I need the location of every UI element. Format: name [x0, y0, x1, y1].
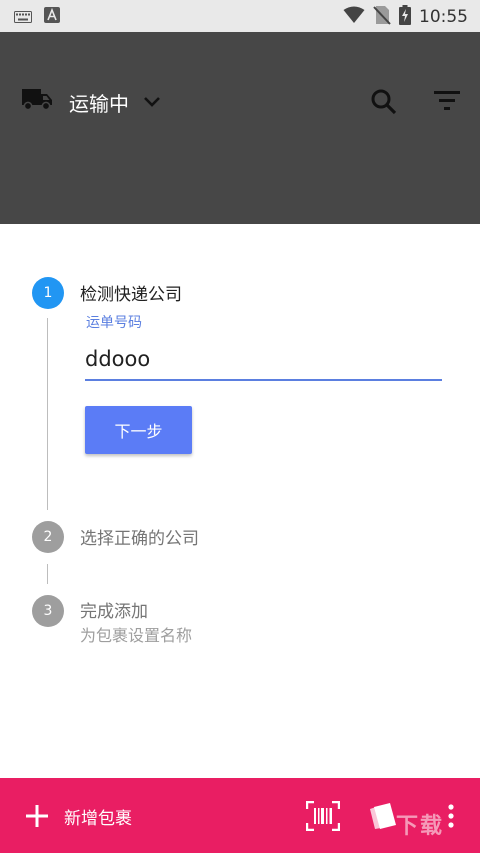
app-notification-icon — [44, 7, 60, 27]
status-bar: 10:55 — [0, 0, 480, 32]
search-icon[interactable] — [370, 88, 398, 120]
add-icon[interactable] — [26, 805, 48, 831]
no-sim-icon — [373, 5, 391, 29]
next-button[interactable]: 下一步 — [85, 406, 192, 454]
barcode-scan-icon[interactable] — [305, 800, 341, 835]
status-time: 10:55 — [419, 7, 468, 27]
keyboard-icon — [14, 8, 32, 27]
bottom-bar: 新增包裹 下载 — [0, 778, 480, 853]
watermark-text: 下载 — [396, 814, 445, 839]
step-2-circle: 2 — [32, 521, 64, 553]
app-header: 运输中 — [0, 32, 480, 224]
filter-icon[interactable] — [434, 91, 462, 115]
truck-icon — [21, 85, 53, 117]
chevron-down-icon — [143, 93, 161, 112]
step-2-title: 选择正确的公司 — [80, 529, 199, 549]
step-3-subtitle: 为包裹设置名称 — [80, 626, 193, 645]
step-connector — [47, 564, 48, 584]
more-vert-icon[interactable] — [446, 804, 456, 832]
status-filter-dropdown[interactable]: 运输中 — [69, 84, 161, 120]
step-3-circle: 3 — [32, 595, 64, 627]
tracking-number-input[interactable] — [85, 341, 442, 381]
step-1-title: 检测快递公司 — [80, 285, 182, 305]
tracking-number-label: 运单号码 — [86, 315, 142, 331]
add-package-button[interactable]: 新增包裹 — [64, 804, 132, 829]
wifi-icon — [343, 6, 365, 28]
step-3-title: 完成添加 — [80, 602, 148, 622]
screen: 10:55 运输中 1 检测快递公司 运单号码 下一步 2 选择正确的公司 3 … — [0, 0, 480, 853]
step-1-circle: 1 — [32, 277, 64, 309]
step-connector — [47, 318, 48, 510]
battery-charging-icon — [399, 5, 411, 29]
status-filter-label: 运输中 — [69, 91, 129, 116]
